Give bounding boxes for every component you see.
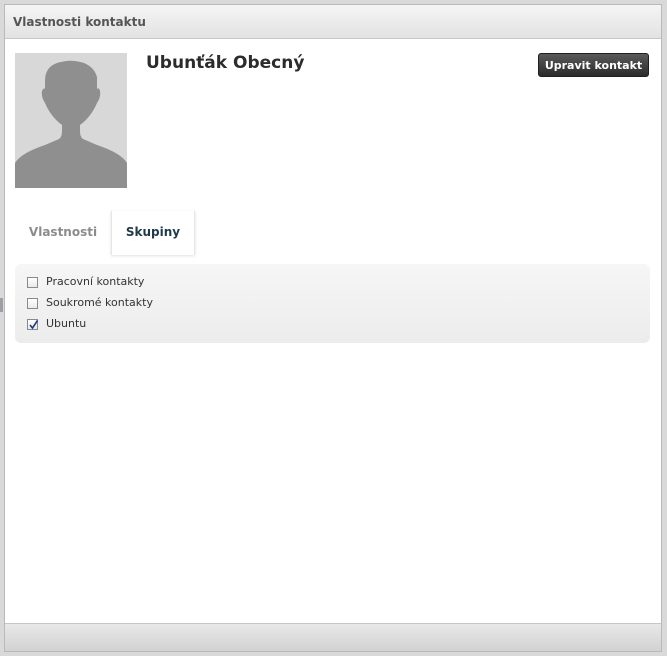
dialog-titlebar[interactable]: Vlastnosti kontaktu <box>5 5 661 39</box>
contact-properties-dialog: Vlastnosti kontaktu Ubunťák Obecný Uprav… <box>4 4 662 652</box>
contact-avatar <box>15 53 127 188</box>
dialog-title: Vlastnosti kontaktu <box>13 15 146 29</box>
person-silhouette-icon <box>15 53 127 188</box>
group-checkbox[interactable] <box>27 298 38 309</box>
tab-properties[interactable]: Vlastnosti <box>15 211 111 255</box>
group-checkbox[interactable] <box>27 277 38 288</box>
group-label: Pracovní kontakty <box>46 275 145 288</box>
edit-contact-button[interactable]: Upravit kontakt <box>538 53 649 77</box>
tab-groups[interactable]: Skupiny <box>111 211 195 255</box>
group-checkbox[interactable] <box>27 319 39 330</box>
dialog-footer <box>5 623 661 651</box>
contact-name: Ubunťák Obecný <box>146 53 305 73</box>
groups-panel: Pracovní kontakty Soukromé kontakty Ubun… <box>15 264 650 343</box>
group-label: Ubuntu <box>46 317 87 330</box>
window-edge-marker <box>0 298 3 312</box>
checkmark-icon <box>29 320 39 330</box>
group-label: Soukromé kontakty <box>46 296 153 309</box>
